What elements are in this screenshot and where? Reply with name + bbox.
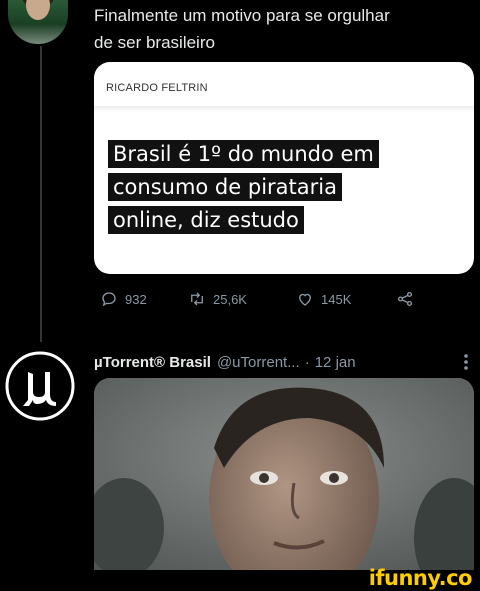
retweet-button[interactable]: 25,6K xyxy=(188,290,247,308)
header-separator: · xyxy=(304,353,310,371)
ifunny-watermark: ifunny.co xyxy=(368,566,473,590)
more-vertical-icon xyxy=(464,354,468,370)
reply-count: 932 xyxy=(125,291,147,307)
utorrent-logo-icon xyxy=(5,351,75,421)
more-options-button[interactable] xyxy=(462,352,470,372)
tweet-text: Finalmente um motivo para se orgulhar de… xyxy=(94,2,464,56)
article-card[interactable]: RICARDO FELTRIN Brasil é 1º do mundo em … xyxy=(94,62,474,274)
display-name[interactable]: µTorrent® Brasil xyxy=(94,354,211,371)
share-icon xyxy=(397,291,413,307)
tweet-media-image[interactable] xyxy=(94,378,474,570)
media-photo xyxy=(94,378,474,570)
headline-line-3: online, diz estudo xyxy=(108,206,304,234)
tweet-text-line-2: de ser brasileiro xyxy=(94,33,215,52)
reply-button[interactable]: 932 xyxy=(100,290,147,308)
user-avatar[interactable] xyxy=(8,0,68,44)
card-headline: Brasil é 1º do mundo em consumo de pirat… xyxy=(108,140,379,239)
user-handle[interactable]: @uTorrent... xyxy=(217,354,300,371)
like-button[interactable]: 145K xyxy=(296,290,351,308)
retweet-count: 25,6K xyxy=(213,291,247,307)
thread-line xyxy=(40,46,42,342)
tweet-header: µTorrent® Brasil @uTorrent... · 12 jan xyxy=(94,350,474,374)
tweet-actions: 932 25,6K 145K xyxy=(100,290,440,312)
card-divider xyxy=(94,106,474,112)
like-count: 145K xyxy=(321,291,352,307)
tweet-date[interactable]: 12 jan xyxy=(315,354,356,371)
reply-icon xyxy=(102,292,116,307)
like-icon xyxy=(299,293,311,306)
tweet-text-line-1: Finalmente um motivo para se orgulhar xyxy=(94,6,390,25)
headline-line-2: consumo de pirataria xyxy=(108,173,342,201)
share-button[interactable] xyxy=(396,290,414,308)
avatar-face xyxy=(26,0,50,20)
retweet-icon xyxy=(191,292,203,306)
card-author: RICARDO FELTRIN xyxy=(106,82,208,94)
utorrent-avatar[interactable] xyxy=(4,350,76,422)
headline-line-1: Brasil é 1º do mundo em xyxy=(108,140,379,168)
